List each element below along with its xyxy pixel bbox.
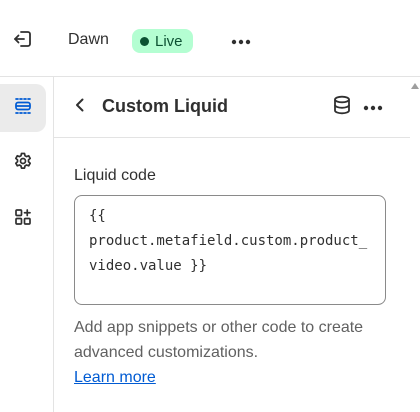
settings-gear-icon [13, 151, 33, 176]
nav-apps-button[interactable] [0, 195, 46, 243]
learn-more-link[interactable]: Learn more [74, 369, 156, 386]
panel-more-actions-button[interactable] [358, 95, 388, 119]
liquid-code-label: Liquid code [74, 167, 156, 184]
nav-settings-button[interactable] [0, 139, 46, 187]
apps-icon [13, 207, 33, 232]
settings-panel: Custom Liquid Liquid code {{ product.met… [54, 77, 410, 412]
connect-dynamic-source-button[interactable] [330, 95, 354, 119]
side-navigation [0, 77, 54, 412]
chevron-left-icon [73, 97, 87, 118]
top-bar: Dawn Live [0, 0, 420, 77]
status-badge-label: Live [155, 32, 183, 50]
more-horizontal-icon [363, 98, 383, 116]
panel-scrollbar[interactable] [410, 77, 420, 412]
sections-icon [13, 96, 33, 121]
more-horizontal-icon [231, 32, 251, 50]
help-text-body: Add app snippets or other code to create… [74, 319, 364, 361]
theme-more-actions-button[interactable] [226, 30, 256, 52]
exit-icon [12, 28, 34, 55]
database-icon [333, 95, 351, 120]
panel-title: Custom Liquid [102, 96, 228, 116]
help-text: Add app snippets or other code to create… [74, 315, 364, 390]
exit-button[interactable] [10, 28, 36, 54]
scroll-up-arrow-icon[interactable] [411, 83, 419, 89]
back-button[interactable] [68, 95, 92, 119]
live-dot-icon [140, 36, 149, 46]
nav-sections-button[interactable] [0, 84, 46, 132]
theme-name: Dawn [68, 31, 109, 48]
panel-header: Custom Liquid [54, 77, 410, 138]
liquid-code-field[interactable]: {{ product.metafield.custom.product_vide… [74, 195, 386, 305]
status-badge: Live [132, 29, 193, 53]
